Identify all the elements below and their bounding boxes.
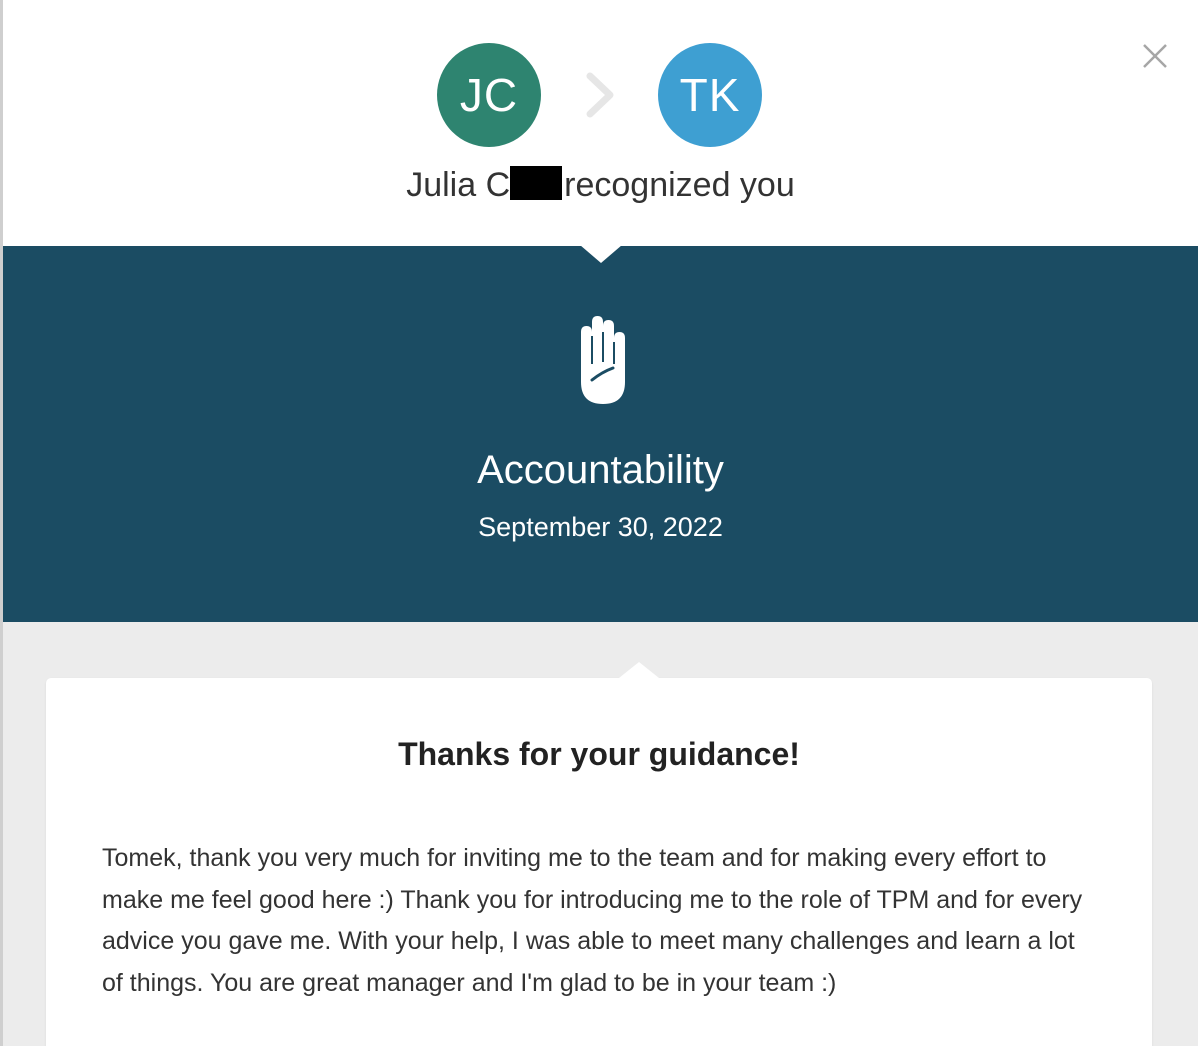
recognition-date: September 30, 2022 [478, 512, 723, 542]
value-title: Accountability [477, 448, 724, 492]
sender-name: Julia C [406, 166, 511, 204]
card-notch [619, 662, 659, 678]
value-banner: Accountability September 30, 2022 [3, 245, 1198, 622]
raised-hand-icon [581, 316, 625, 404]
message-card: Thanks for your guidance! Tomek, thank y… [46, 662, 1152, 1046]
sender-initials: JC [459, 69, 519, 121]
recipient-initials: TK [679, 69, 741, 121]
chevron-right-icon [586, 72, 614, 118]
recognition-header: JC TK Julia C recognized you [3, 0, 1198, 246]
message-body: Tomek, thank you very much for inviting … [102, 844, 1083, 997]
sender-avatar[interactable]: JC [437, 43, 541, 147]
banner-notch [580, 245, 622, 263]
headline-suffix: recognized you [564, 166, 795, 204]
recipient-avatar[interactable]: TK [658, 43, 762, 147]
close-icon[interactable] [1135, 36, 1175, 76]
redaction-box [510, 166, 563, 200]
message-section: Thanks for your guidance! Tomek, thank y… [3, 622, 1198, 1046]
recognition-headline: Julia C recognized you [3, 166, 1198, 205]
message-title: Thanks for your guidance! [398, 736, 800, 772]
